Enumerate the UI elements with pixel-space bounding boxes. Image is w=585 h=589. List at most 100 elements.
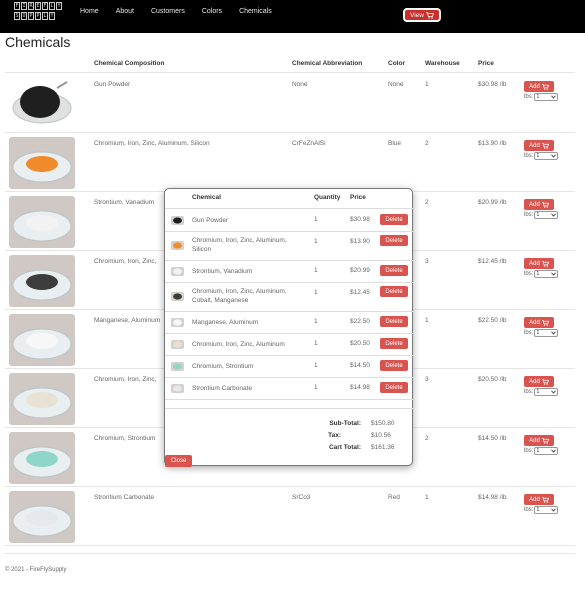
delete-button[interactable]: Delete bbox=[380, 382, 408, 393]
lbs-label: lbs: bbox=[524, 389, 534, 395]
logo-row-1: F I R E F L Y bbox=[14, 2, 72, 10]
cart-icon bbox=[541, 83, 549, 90]
logo-letter: R bbox=[28, 2, 34, 10]
cart-item-name: Gun Powder bbox=[192, 217, 229, 224]
cart-item-name: Manganese, Aluminum bbox=[192, 319, 259, 326]
cart-icon bbox=[541, 378, 549, 385]
cart-item: Strontium, Vanadium 1 $20.99 Delete bbox=[165, 260, 414, 282]
lbs-select[interactable]: 1 bbox=[534, 388, 559, 396]
cart-item-quantity: 1 bbox=[314, 318, 318, 325]
cart-item-name: Strontium, Vanadium bbox=[192, 268, 253, 275]
lbs-select[interactable]: 1 bbox=[534, 329, 559, 337]
header-price: Price bbox=[478, 60, 494, 67]
lbs-select[interactable]: 1 bbox=[534, 447, 559, 455]
nav-link-about[interactable]: About bbox=[116, 8, 134, 15]
divider bbox=[165, 408, 414, 409]
delete-button[interactable]: Delete bbox=[380, 360, 408, 371]
lbs-value: 1 bbox=[536, 507, 540, 513]
cart-item: Manganese, Aluminum 1 $22.50 Delete bbox=[165, 311, 414, 333]
logo-letter: L bbox=[42, 12, 48, 20]
cart-item: Strontium Carbonate 1 $14.98 Delete bbox=[165, 377, 414, 399]
logo-letter: L bbox=[49, 2, 55, 10]
cart-item-price: $14.50 bbox=[350, 362, 370, 369]
cell-price: $14.50 /lb bbox=[478, 435, 507, 442]
lbs-value: 1 bbox=[536, 448, 540, 454]
cell-composition: Manganese, Aluminum bbox=[94, 317, 161, 324]
chemical-image bbox=[9, 432, 75, 484]
add-to-cart-button[interactable]: Add bbox=[524, 199, 554, 210]
close-button[interactable]: Close bbox=[165, 455, 192, 467]
chevron-down-icon bbox=[551, 449, 557, 453]
cell-abbreviation: SrCo3 bbox=[292, 494, 311, 501]
chevron-down-icon bbox=[551, 390, 557, 394]
add-to-cart-button[interactable]: Add bbox=[524, 494, 554, 505]
table-row: Chromium, Iron, Zinc, Aluminum, Silicon C… bbox=[0, 133, 585, 192]
nav-link-customers[interactable]: Customers bbox=[151, 8, 185, 15]
cart-icon bbox=[541, 260, 549, 267]
chemical-image bbox=[9, 314, 75, 366]
lbs-select[interactable]: 1 bbox=[534, 93, 559, 101]
logo-letter: Y bbox=[49, 12, 55, 20]
lbs-label: lbs: bbox=[524, 330, 534, 336]
cell-color: Red bbox=[388, 494, 400, 501]
lbs-control: lbs: 1 bbox=[524, 211, 559, 219]
lbs-value: 1 bbox=[536, 330, 540, 336]
lbs-value: 1 bbox=[536, 389, 540, 395]
cart-item-price: $20.99 bbox=[350, 267, 370, 274]
cart-item-quantity: 1 bbox=[314, 267, 318, 274]
navbar: F I R E F L Y S U P P L Y Home About Cus… bbox=[0, 0, 585, 33]
add-to-cart-button[interactable]: Add bbox=[524, 258, 554, 269]
lbs-control: lbs: 1 bbox=[524, 329, 559, 337]
delete-button[interactable]: Delete bbox=[380, 265, 408, 276]
delete-button[interactable]: Delete bbox=[380, 286, 408, 297]
cell-price: $12.45 /lb bbox=[478, 258, 507, 265]
tax-value: $10.56 bbox=[371, 432, 391, 439]
header-color: Color bbox=[388, 60, 405, 67]
add-label: Add bbox=[529, 319, 540, 326]
cell-composition: Chromium, Strontium bbox=[94, 435, 156, 442]
cart-item: Chromium, Strontium 1 $14.50 Delete bbox=[165, 355, 414, 377]
add-to-cart-button[interactable]: Add bbox=[524, 81, 554, 92]
cart-item-image bbox=[171, 241, 184, 250]
cart-item-image bbox=[171, 361, 184, 371]
cell-composition: Strontium Carbonate bbox=[94, 494, 154, 501]
lbs-select[interactable]: 1 bbox=[534, 152, 559, 160]
chemical-image bbox=[9, 196, 75, 248]
cart-icon bbox=[541, 319, 549, 326]
cell-color: None bbox=[388, 81, 404, 88]
cell-price: $22.50 /lb bbox=[478, 317, 507, 324]
lbs-select[interactable]: 1 bbox=[534, 211, 559, 219]
lbs-label: lbs: bbox=[524, 153, 534, 159]
add-label: Add bbox=[529, 437, 540, 444]
logo[interactable]: F I R E F L Y S U P P L Y bbox=[14, 2, 72, 22]
delete-button[interactable]: Delete bbox=[380, 214, 408, 225]
cart-item-quantity: 1 bbox=[314, 384, 318, 391]
delete-button[interactable]: Delete bbox=[380, 316, 408, 327]
cart-item-image bbox=[171, 292, 184, 301]
lbs-select[interactable]: 1 bbox=[534, 270, 559, 278]
view-cart-button[interactable]: View bbox=[403, 8, 441, 22]
delete-button[interactable]: Delete bbox=[380, 338, 408, 349]
lbs-control: lbs: 1 bbox=[524, 388, 559, 396]
add-to-cart-button[interactable]: Add bbox=[524, 435, 554, 446]
delete-button[interactable]: Delete bbox=[380, 235, 408, 246]
add-to-cart-button[interactable]: Add bbox=[524, 317, 554, 328]
cart-icon bbox=[541, 142, 549, 149]
nav-link-home[interactable]: Home bbox=[80, 8, 99, 15]
cart-item-image bbox=[171, 266, 184, 276]
logo-letter: I bbox=[21, 2, 27, 10]
logo-letter: Y bbox=[56, 2, 62, 10]
add-to-cart-button[interactable]: Add bbox=[524, 376, 554, 387]
lbs-select[interactable]: 1 bbox=[534, 506, 559, 514]
cart-item-name: Strontium Carbonate bbox=[192, 385, 252, 392]
total-value: $161.36 bbox=[371, 444, 395, 451]
chemical-image bbox=[9, 491, 75, 543]
cell-warehouse: 3 bbox=[425, 376, 429, 383]
nav-link-colors[interactable]: Colors bbox=[202, 8, 222, 15]
add-to-cart-button[interactable]: Add bbox=[524, 140, 554, 151]
nav-link-chemicals[interactable]: Chemicals bbox=[239, 8, 272, 15]
add-label: Add bbox=[529, 142, 540, 149]
cart-item-price: $14.98 bbox=[350, 384, 370, 391]
cart-modal: Chemical Quantity Price Gun Powder 1 $30.9… bbox=[164, 188, 414, 467]
cart-icon bbox=[541, 496, 549, 503]
